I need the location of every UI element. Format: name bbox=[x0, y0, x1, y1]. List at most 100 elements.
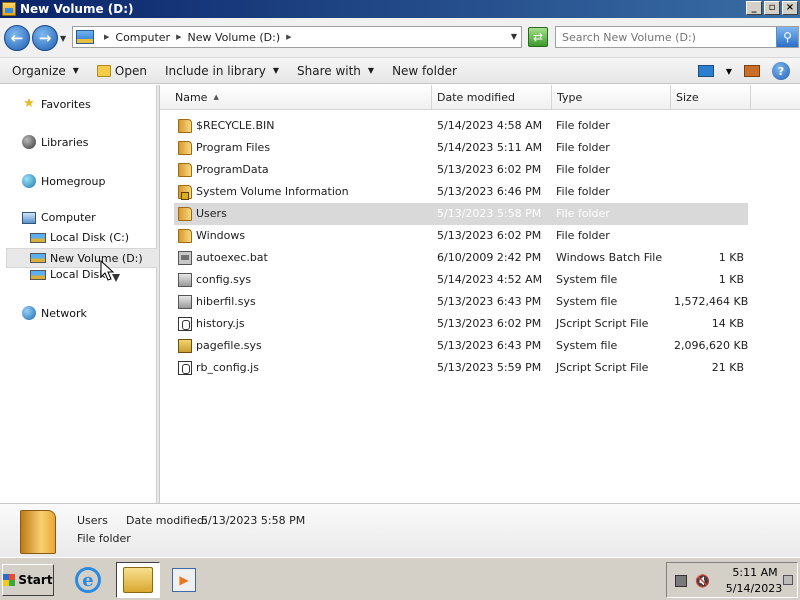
file-row[interactable]: System Volume Information 5/13/2023 6:46 … bbox=[174, 181, 748, 203]
chevron-right-icon[interactable]: ▶ bbox=[286, 33, 291, 41]
drive-icon bbox=[30, 269, 46, 280]
file-type: File folder bbox=[556, 119, 610, 132]
file-row[interactable]: config.sys 5/14/2023 4:52 AM System file 1 … bbox=[174, 269, 748, 291]
organize-button[interactable]: Organize ▼ bbox=[6, 60, 85, 82]
include-label: Include in library bbox=[164, 63, 266, 78]
nav-favorites[interactable]: ★ Favorites bbox=[22, 97, 91, 111]
file-size bbox=[674, 225, 744, 247]
search-input[interactable] bbox=[556, 27, 771, 47]
folder-icon bbox=[20, 510, 56, 554]
file-type: Windows Batch File bbox=[556, 251, 663, 264]
search-button[interactable]: ⚲ bbox=[776, 27, 798, 47]
breadcrumb: ▶ Computer ▶ New Volume (D:) ▶ bbox=[98, 31, 298, 44]
command-bar: Organize ▼ Open Include in library ▼ Sha… bbox=[0, 58, 800, 84]
homegroup-icon bbox=[22, 174, 36, 188]
breadcrumb-computer[interactable]: Computer bbox=[115, 31, 170, 44]
start-button[interactable]: Start bbox=[2, 564, 54, 596]
share-with-button[interactable]: Share with ▼ bbox=[291, 60, 380, 82]
share-label: Share with bbox=[297, 63, 361, 78]
forward-button[interactable]: → bbox=[32, 25, 58, 51]
show-desktop-icon[interactable] bbox=[783, 575, 793, 585]
recent-pages-dropdown[interactable]: ▼ bbox=[60, 34, 66, 43]
address-box[interactable]: ▶ Computer ▶ New Volume (D:) ▶ ▼ bbox=[72, 26, 522, 48]
title-bar[interactable]: New Volume (D:) _ ▫ × bbox=[0, 0, 800, 18]
nav-libraries[interactable]: Libraries bbox=[22, 135, 89, 149]
chevron-right-icon[interactable]: ▶ bbox=[176, 33, 181, 41]
clock-time[interactable]: 5:11 AM bbox=[727, 566, 783, 579]
taskbar-windows-explorer[interactable] bbox=[116, 562, 160, 598]
file-row[interactable]: $RECYCLE.BIN 5/14/2023 4:58 AM File folder bbox=[174, 115, 748, 137]
nav-homegroup[interactable]: Homegroup bbox=[22, 174, 105, 188]
pagefile-icon bbox=[178, 339, 192, 353]
refresh-button[interactable]: ⇄ bbox=[528, 27, 548, 47]
nav-network[interactable]: Network bbox=[22, 306, 87, 320]
details-name: Users bbox=[77, 514, 108, 527]
details-pane: Users Date modified: 5/13/2023 5:58 PM F… bbox=[0, 503, 800, 557]
file-type: System file bbox=[556, 273, 618, 286]
file-date: 5/13/2023 6:43 PM bbox=[437, 339, 542, 352]
open-icon bbox=[96, 64, 111, 77]
file-date: 5/13/2023 6:02 PM bbox=[437, 163, 542, 176]
lock-folder-icon bbox=[178, 185, 192, 200]
file-name: rb_config.js bbox=[196, 361, 259, 374]
back-button[interactable]: ← bbox=[4, 25, 30, 51]
nav-computer[interactable]: Computer bbox=[22, 211, 96, 224]
file-row[interactable]: pagefile.sys 5/13/2023 6:43 PM System file… bbox=[174, 335, 748, 357]
new-folder-button[interactable]: New folder bbox=[386, 60, 463, 82]
network-status-icon[interactable] bbox=[675, 575, 687, 587]
include-in-library-button[interactable]: Include in library ▼ bbox=[159, 60, 285, 82]
file-row[interactable]: hiberfil.sys 5/13/2023 6:43 PM System file… bbox=[174, 291, 748, 313]
file-row[interactable]: Users 5/13/2023 5:58 PM File folder bbox=[174, 203, 748, 225]
column-header-date[interactable]: Date modified bbox=[432, 85, 552, 109]
maximize-button[interactable]: ▫ bbox=[764, 1, 780, 15]
forward-arrow-icon: → bbox=[38, 29, 52, 47]
folder-icon bbox=[178, 141, 192, 155]
open-button[interactable]: Open bbox=[91, 60, 153, 82]
column-header-type[interactable]: Type bbox=[552, 85, 671, 109]
file-name: Users bbox=[196, 207, 227, 220]
drive-icon bbox=[2, 2, 16, 16]
address-bar-area: ← → ▼ ▶ Computer ▶ New Volume (D:) ▶ ▼ ⇄… bbox=[0, 18, 800, 58]
system-tray: 🔇 5:11 AM 5/14/2023 bbox=[666, 562, 798, 598]
file-date: 5/13/2023 5:58 PM bbox=[437, 207, 542, 220]
file-row[interactable]: ProgramData 5/13/2023 6:02 PM File folder bbox=[174, 159, 748, 181]
search-icon: ⚲ bbox=[783, 30, 792, 44]
taskbar-media-player[interactable]: ▶ bbox=[166, 562, 202, 598]
file-type: File folder bbox=[556, 185, 610, 198]
file-type: System file bbox=[556, 339, 618, 352]
breadcrumb-new-volume[interactable]: New Volume (D:) bbox=[187, 31, 280, 44]
folder-icon bbox=[178, 207, 192, 221]
preview-pane-icon[interactable] bbox=[744, 65, 760, 77]
taskbar-internet-explorer[interactable]: e bbox=[70, 562, 106, 598]
column-header-size[interactable]: Size bbox=[671, 85, 751, 109]
chevron-right-icon[interactable]: ▶ bbox=[104, 33, 109, 41]
file-list: Name ▲ Date modified Type Size $RECYCLE.… bbox=[160, 85, 800, 503]
change-view-icon[interactable] bbox=[697, 65, 714, 77]
nav-drive-c[interactable]: Local Disk (C:) bbox=[30, 231, 129, 244]
close-button[interactable]: × bbox=[782, 1, 798, 15]
nav-drive-d[interactable]: New Volume (D:) bbox=[6, 248, 167, 268]
view-controls: ▼ ? bbox=[697, 62, 790, 80]
file-row[interactable]: Program Files 5/14/2023 5:11 AM File folde… bbox=[174, 137, 748, 159]
file-name: Windows bbox=[196, 229, 246, 242]
file-type: JScript Script File bbox=[556, 317, 649, 330]
file-row[interactable]: rb_config.js 5/13/2023 5:59 PM JScript Scr… bbox=[174, 357, 748, 379]
column-header-name[interactable]: Name ▲ bbox=[170, 85, 432, 109]
chevron-down-icon[interactable]: ▼ bbox=[726, 67, 732, 76]
file-name: hiberfil.sys bbox=[196, 295, 256, 308]
file-size: 14 KB bbox=[711, 317, 744, 330]
file-size bbox=[674, 159, 744, 181]
file-name: autoexec.bat bbox=[196, 251, 268, 264]
minimize-button[interactable]: _ bbox=[746, 1, 762, 15]
help-icon[interactable]: ? bbox=[772, 62, 790, 80]
address-dropdown[interactable]: ▼ bbox=[511, 32, 517, 41]
file-name: history.js bbox=[196, 317, 245, 330]
file-name: $RECYCLE.BIN bbox=[196, 119, 275, 132]
file-row[interactable]: Windows 5/13/2023 6:02 PM File folder bbox=[174, 225, 748, 247]
file-name: pagefile.sys bbox=[196, 339, 262, 352]
file-row[interactable]: autoexec.bat 6/10/2009 2:42 PM Windows Bat… bbox=[174, 247, 748, 269]
clock-date[interactable]: 5/14/2023 bbox=[723, 582, 785, 595]
nav-drive-e[interactable]: Local Disk bbox=[30, 268, 106, 281]
file-row[interactable]: history.js 5/13/2023 6:02 PM JScript Scrip… bbox=[174, 313, 748, 335]
volume-muted-icon[interactable]: 🔇 bbox=[695, 574, 711, 588]
